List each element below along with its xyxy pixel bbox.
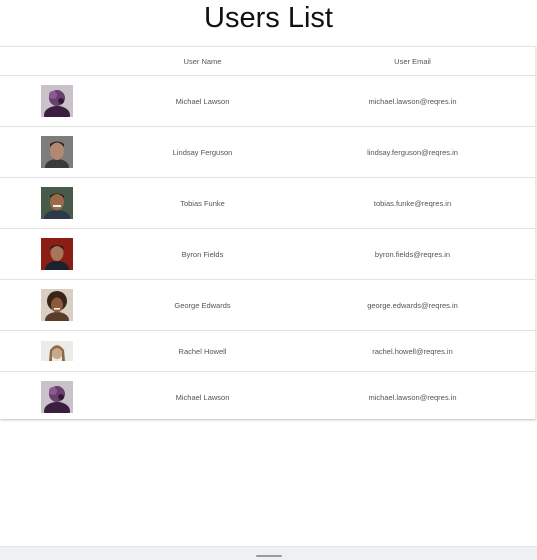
user-avatar [41, 289, 73, 321]
user-email-cell: byron.fields@reqres.in [290, 228, 535, 280]
user-email-cell: tobias.funke@reqres.in [290, 177, 535, 229]
table-row[interactable]: Michael Lawson michael.lawson@reqres.in [0, 75, 535, 127]
table-row[interactable]: Tobias Funke tobias.funke@reqres.in [0, 177, 535, 229]
user-name-cell: Lindsay Ferguson [115, 126, 290, 178]
home-indicator-icon[interactable] [256, 555, 282, 557]
users-list-page: Users List User Name User Email Michael … [0, 0, 537, 560]
avatar-cell [0, 372, 115, 423]
table-row[interactable]: George Edwards george.edwards@reqres.in [0, 279, 535, 331]
user-avatar [41, 381, 73, 413]
table-row[interactable]: Byron Fields byron.fields@reqres.in [0, 228, 535, 280]
avatar-cell [0, 75, 115, 127]
user-avatar [41, 85, 73, 117]
avatar-column-header [0, 46, 115, 76]
users-table-card: User Name User Email Michael Lawson mich… [0, 46, 536, 419]
table-header-row: User Name User Email [0, 46, 535, 76]
page-title: Users List [204, 2, 333, 34]
user-name-cell: George Edwards [115, 279, 290, 331]
user-avatar [41, 238, 73, 270]
user-name-cell: Tobias Funke [115, 177, 290, 229]
user-email-cell: michael.lawson@reqres.in [368, 392, 457, 402]
user-name-cell: Rachel Howell [115, 330, 290, 372]
table-row[interactable]: Rachel Howell rachel.howell@reqres.in [0, 330, 535, 372]
user-name-cell: Byron Fields [115, 228, 290, 280]
table-row[interactable]: Michael Lawson michael.lawson@reqres.in [0, 372, 535, 423]
avatar-cell [0, 228, 115, 280]
user-email-cell: george.edwards@reqres.in [290, 279, 535, 331]
user-avatar [41, 136, 73, 168]
avatar-cell [0, 279, 115, 331]
user-name-cell: Michael Lawson [115, 75, 290, 127]
user-name-column-header: User Name [115, 46, 290, 76]
user-avatar [41, 341, 73, 361]
user-email-cell: michael.lawson@reqres.in [290, 75, 535, 127]
user-email-cell: lindsay.ferguson@reqres.in [290, 126, 535, 178]
table-row[interactable]: Lindsay Ferguson lindsay.ferguson@reqres… [0, 126, 535, 178]
user-avatar [41, 187, 73, 219]
avatar-cell [0, 126, 115, 178]
bottom-navigation-bar [0, 546, 537, 560]
avatar-cell [0, 177, 115, 229]
user-email-cell: rachel.howell@reqres.in [290, 330, 535, 372]
users-table: User Name User Email Michael Lawson mich… [0, 46, 535, 422]
user-email-column-header: User Email [290, 46, 535, 76]
user-name-cell: Michael Lawson [175, 392, 230, 402]
avatar-cell [0, 330, 115, 372]
